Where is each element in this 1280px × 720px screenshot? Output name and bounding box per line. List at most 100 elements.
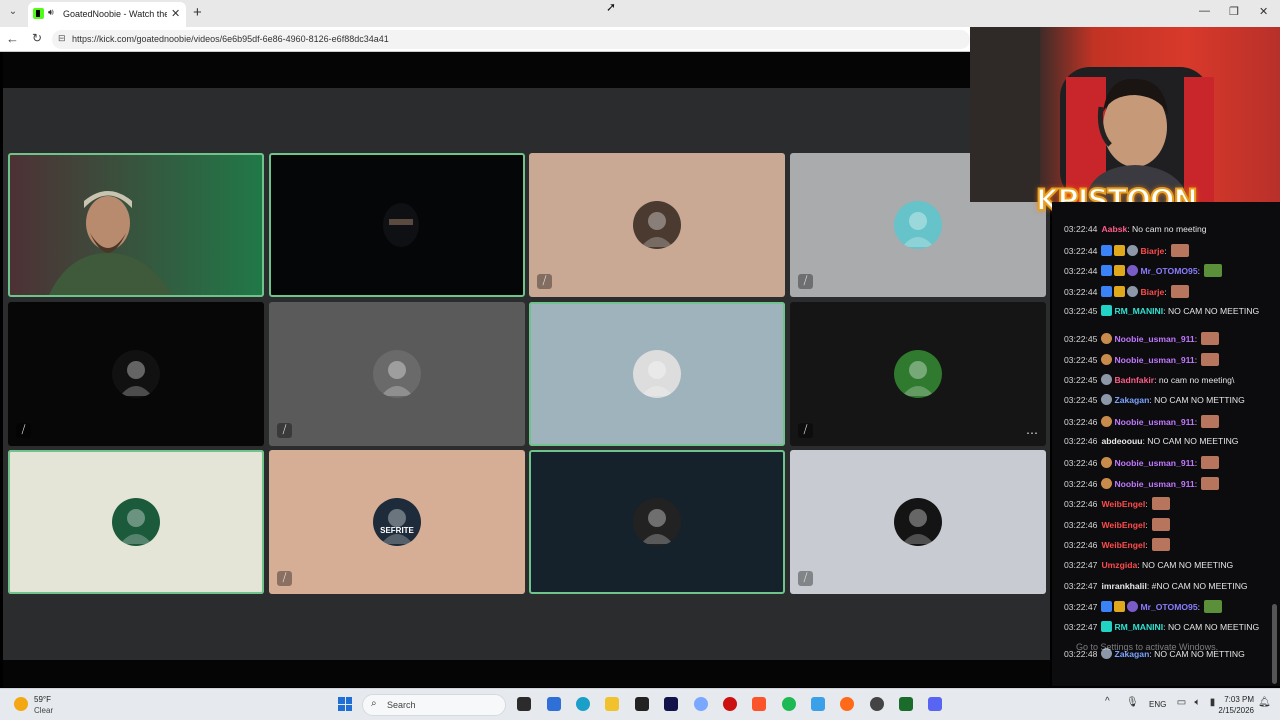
chat-badge-icon[interactable] xyxy=(1114,285,1126,297)
chat-username[interactable]: Umzgida xyxy=(1101,560,1137,570)
chat-badge-icon[interactable] xyxy=(1114,244,1126,256)
chat-badge-icon[interactable] xyxy=(1101,244,1113,256)
notification-bell-icon[interactable]: 🔔︎ xyxy=(1258,697,1271,708)
speaker-icon[interactable]: 🔊︎ xyxy=(48,7,54,18)
participant-tile[interactable]: ⧸ xyxy=(269,302,525,446)
participant-tile[interactable] xyxy=(529,450,785,594)
chat-badge-icon[interactable] xyxy=(1101,373,1113,385)
chat-colon: : xyxy=(1164,245,1170,256)
chat-username[interactable]: Mr_OTOMO95 xyxy=(1140,266,1197,276)
network-icon[interactable]: ▭ xyxy=(1176,697,1187,708)
chat-message: 03:22:44 Biarje: xyxy=(1064,243,1262,259)
chat-scrollbar[interactable] xyxy=(1272,604,1277,684)
weather-moon-icon[interactable] xyxy=(14,697,28,711)
chat-badge-icon[interactable] xyxy=(1127,244,1139,256)
chat-username[interactable]: imrankhalil xyxy=(1101,581,1146,591)
participant-tile[interactable]: ⧸ ⋯ xyxy=(790,302,1046,446)
chat-username[interactable]: Noobie_usman_911 xyxy=(1114,458,1194,468)
participant-tile[interactable]: ⧸ xyxy=(8,302,264,446)
chat-colon: : xyxy=(1145,540,1151,551)
taskbar-search[interactable]: ⌕ Search xyxy=(362,694,506,716)
participant-tile[interactable] xyxy=(8,153,264,297)
participant-tile[interactable]: ⧸ xyxy=(529,153,785,297)
participant-tile[interactable] xyxy=(8,450,264,594)
weather-condition[interactable]: Clear xyxy=(34,706,53,715)
chat-badge-icon[interactable] xyxy=(1101,620,1113,632)
minimize-icon[interactable]: — xyxy=(1199,5,1210,17)
video-player[interactable]: ⧸ ⧸ ⧸ ⧸ ⧸ ⋯ SEFRITE ⧸ ⧸ xyxy=(3,52,1050,687)
clock-date[interactable]: 2/15/2026 xyxy=(1210,706,1254,715)
windows-start-icon[interactable] xyxy=(338,697,352,711)
participant-avatar xyxy=(633,201,681,249)
chat-username[interactable]: WeibEngel xyxy=(1101,499,1145,509)
chat-username[interactable]: Aabsk xyxy=(1101,224,1127,234)
url-field[interactable]: ⊟ https://kick.com/goatednoobie/videos/6… xyxy=(52,30,970,49)
discord-icon[interactable] xyxy=(928,697,942,711)
chat-badge-icon[interactable] xyxy=(1101,265,1113,277)
tab-active[interactable]: 🔊︎ GoatedNoobie - Watch the VOD ✕ xyxy=(28,2,186,27)
tab-list-chevron-icon[interactable]: ⌄ xyxy=(5,6,21,20)
obs-icon[interactable] xyxy=(870,697,884,711)
clock-time[interactable]: 7:03 PM xyxy=(1218,695,1254,704)
chat-badge-icon[interactable] xyxy=(1101,477,1113,489)
chat-username[interactable]: Noobie_usman_911 xyxy=(1114,334,1194,344)
chat-username[interactable]: Zakagan xyxy=(1114,395,1149,405)
chat-username[interactable]: WeibEngel xyxy=(1101,520,1145,530)
terminal-icon[interactable] xyxy=(899,697,913,711)
capcut-icon[interactable] xyxy=(635,697,649,711)
chat-username[interactable]: Mr_OTOMO95 xyxy=(1140,602,1197,612)
calendar-app-icon[interactable] xyxy=(547,697,561,711)
microphone-icon[interactable]: 🎙︎ xyxy=(1126,697,1139,708)
record-app-icon[interactable] xyxy=(723,697,737,711)
site-info-icon[interactable]: ⊟ xyxy=(58,33,66,44)
spotify-icon[interactable] xyxy=(782,697,796,711)
chat-badge-icon[interactable] xyxy=(1101,285,1113,297)
chat-username[interactable]: RM_MANINI xyxy=(1114,622,1163,632)
chat-username[interactable]: Noobie_usman_911 xyxy=(1114,355,1194,365)
chat-badge-icon[interactable] xyxy=(1127,265,1139,277)
chat-badge-icon[interactable] xyxy=(1101,601,1113,613)
new-tab-icon[interactable]: + xyxy=(193,4,202,21)
notepad-icon[interactable] xyxy=(811,697,825,711)
chat-badge-icon[interactable] xyxy=(1114,601,1126,613)
weather-temp[interactable]: 59°F xyxy=(34,695,51,704)
tray-chevron-up-icon[interactable]: ^ xyxy=(1105,696,1110,707)
participant-tile[interactable] xyxy=(269,153,525,297)
firefox-icon[interactable] xyxy=(840,697,854,711)
file-explorer-icon[interactable] xyxy=(605,697,619,711)
chat-badge-icon[interactable] xyxy=(1101,394,1113,406)
task-view-icon[interactable] xyxy=(517,697,531,711)
edge-browser-icon[interactable] xyxy=(576,697,590,711)
chat-username[interactable]: abdeoouu xyxy=(1101,436,1142,446)
chat-badge-icon[interactable] xyxy=(1101,415,1113,427)
copilot-icon[interactable] xyxy=(694,697,708,711)
chat-badge-icon[interactable] xyxy=(1114,265,1126,277)
chat-username[interactable]: Biarje xyxy=(1140,246,1164,256)
tab-close-icon[interactable]: ✕ xyxy=(171,7,180,20)
chat-username[interactable]: WeibEngel xyxy=(1101,540,1145,550)
chat-timestamp: 03:22:47 xyxy=(1064,602,1098,613)
chat-username[interactable]: Badnfakir xyxy=(1114,375,1154,385)
chat-badge-icon[interactable] xyxy=(1101,457,1113,468)
brave-browser-icon[interactable] xyxy=(752,697,766,711)
chat-username[interactable]: Biarje xyxy=(1140,287,1164,297)
chat-badge-icon[interactable] xyxy=(1127,285,1139,297)
more-options-icon[interactable]: ⋯ xyxy=(1026,426,1038,440)
reload-icon[interactable]: ↻ xyxy=(32,31,42,45)
premiere-pro-icon[interactable] xyxy=(664,697,678,711)
close-window-icon[interactable]: ✕ xyxy=(1259,5,1268,18)
volume-icon[interactable]: 🔈︎ xyxy=(1192,697,1203,708)
chat-username[interactable]: Noobie_usman_911 xyxy=(1114,479,1194,489)
participant-tile[interactable]: SEFRITE ⧸ xyxy=(269,450,525,594)
chat-username[interactable]: RM_MANINI xyxy=(1114,306,1163,316)
chat-badge-icon[interactable] xyxy=(1127,601,1139,613)
chat-badge-icon[interactable] xyxy=(1101,333,1113,345)
chat-badge-icon[interactable] xyxy=(1101,305,1113,317)
chat-badge-icon[interactable] xyxy=(1101,354,1113,365)
chat-username[interactable]: Noobie_usman_911 xyxy=(1114,417,1194,427)
back-icon[interactable]: ← xyxy=(6,31,19,46)
participant-tile[interactable]: ⧸ xyxy=(790,450,1046,594)
input-language[interactable]: ENG xyxy=(1149,700,1166,709)
participant-tile[interactable] xyxy=(529,302,785,446)
maximize-icon[interactable]: ❐ xyxy=(1229,5,1239,18)
